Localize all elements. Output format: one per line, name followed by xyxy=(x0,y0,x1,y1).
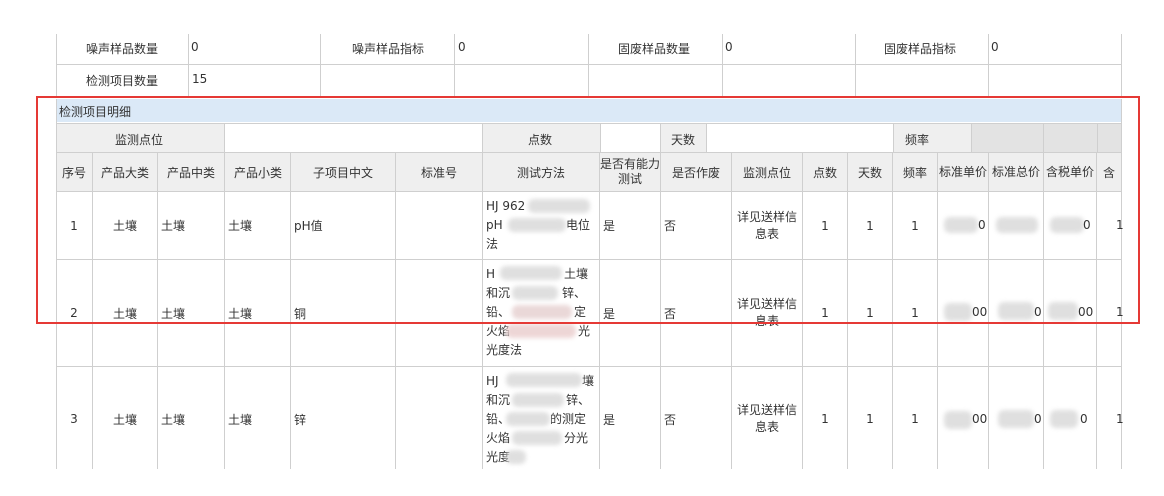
row-frequency: 1 xyxy=(911,412,919,426)
noise-sample-count-label: 噪声样品数量 xyxy=(86,42,159,56)
redacted-blur xyxy=(944,411,972,429)
noise-sample-count-value: 0 xyxy=(191,40,199,54)
row-mid-category: 土壤 xyxy=(161,412,186,427)
row-total-price: 0 xyxy=(1034,412,1042,426)
row-tax-price: 0 xyxy=(1080,412,1088,426)
row-small-category: 土壤 xyxy=(228,412,253,427)
row-last: 1 xyxy=(1116,412,1124,426)
redacted-blur xyxy=(1050,410,1078,428)
row-item: 锌 xyxy=(294,412,307,427)
row-no: 3 xyxy=(70,412,78,426)
row-method-line: 壤 xyxy=(582,374,595,388)
redacted-blur xyxy=(512,431,562,445)
row-method-line: 火焰 xyxy=(486,431,511,445)
row-void: 否 xyxy=(664,412,677,427)
test-item-count-value: 15 xyxy=(192,72,208,86)
row-category: 土壤 xyxy=(112,412,137,427)
redacted-blur xyxy=(506,373,582,387)
solid-waste-count-label: 固废样品数量 xyxy=(618,42,691,56)
solid-waste-index-value: 0 xyxy=(991,40,999,54)
highlight-box xyxy=(36,96,1140,324)
row-method-line: 和沉 xyxy=(486,393,511,407)
row-monitor-point: 详见送样信息表 xyxy=(736,403,797,434)
redacted-blur xyxy=(506,324,576,338)
solid-waste-index-label: 固废样品指标 xyxy=(884,42,957,56)
row-points: 1 xyxy=(821,412,829,426)
row-method-line: HJ xyxy=(486,374,499,388)
row-days: 1 xyxy=(866,412,874,426)
redacted-blur xyxy=(506,450,526,464)
row-method-line: 锌、 xyxy=(566,393,591,407)
noise-sample-index-label: 噪声样品指标 xyxy=(352,42,425,56)
row-method-line: 光度法 xyxy=(486,343,523,357)
solid-waste-count-value: 0 xyxy=(725,40,733,54)
redacted-blur xyxy=(506,412,550,426)
test-item-count-label: 检测项目数量 xyxy=(86,74,159,88)
noise-sample-index-value: 0 xyxy=(458,40,466,54)
row-capable: 是 xyxy=(603,412,616,427)
row-method-line: 分光 xyxy=(564,431,589,445)
row-method-line: 的测定 xyxy=(550,412,587,426)
row-method-line: 光 xyxy=(578,324,591,338)
row-unit-price: 00 xyxy=(972,412,988,426)
redacted-blur xyxy=(998,410,1034,428)
redacted-blur xyxy=(512,393,564,407)
